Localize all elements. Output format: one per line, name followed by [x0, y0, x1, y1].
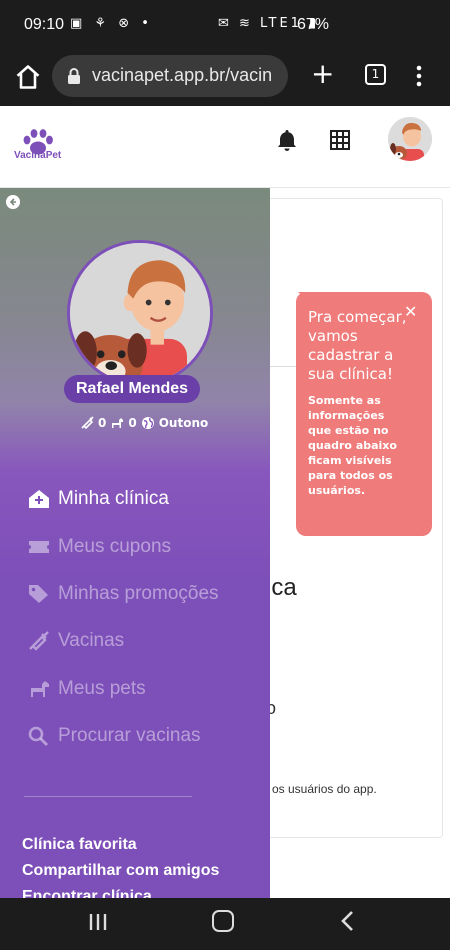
profile-stats: 0 0 Outono: [80, 416, 208, 430]
recents-icon[interactable]: [88, 912, 108, 932]
tooltip-heading: Pra começar, vamos cadastrar a sua clíni…: [308, 308, 407, 383]
onboarding-tooltip: Pra começar, vamos cadastrar a sua clíni…: [296, 292, 432, 536]
tab-switcher-button[interactable]: 1: [365, 64, 386, 85]
link-clinica-favorita[interactable]: Clínica favorita: [22, 836, 137, 854]
home-nav-button[interactable]: [212, 910, 234, 932]
syringe-icon: [29, 631, 49, 651]
more-options-icon[interactable]: [414, 64, 424, 88]
lock-icon: [68, 68, 80, 84]
menu-label: Minha clínica: [58, 488, 169, 509]
drawer-divider: [24, 796, 192, 797]
notification-icons: ▣ ⚘ ⊗ •: [70, 16, 153, 31]
home-icon[interactable]: [14, 62, 42, 92]
status-time: 09:10: [24, 16, 65, 33]
menu-item-procurar-vacinas[interactable]: Procurar vacinas: [28, 720, 268, 752]
profile-photo[interactable]: [67, 240, 213, 386]
menu-label: Vacinas: [58, 630, 125, 651]
menu-item-meus-cupons[interactable]: Meus cupons: [28, 531, 268, 563]
menu-item-vacinas[interactable]: Vacinas: [28, 625, 268, 657]
new-tab-icon[interactable]: +: [311, 60, 334, 88]
dog-icon: [29, 681, 49, 697]
tooltip-body: Somente as informações que estão no quad…: [308, 394, 397, 497]
description-fragment: os usuários do app.: [272, 782, 377, 796]
pet-count: 0: [128, 416, 137, 430]
user-avatar[interactable]: [388, 117, 432, 161]
vaccine-count: 0: [98, 416, 107, 430]
profile-name: Rafael Mendes: [64, 375, 201, 403]
paw-logo-icon[interactable]: [14, 124, 64, 174]
menu-label: Meus pets: [58, 678, 146, 699]
status-bar: 09:10 ▣ ⚘ ⊗ • ✉ ≋ LTE1 ▮ 67%: [0, 0, 450, 52]
url-text: vacinapet.app.br/vacin: [92, 65, 273, 85]
menu-item-minhas-promocoes[interactable]: Minhas promoções: [28, 578, 268, 610]
address-bar[interactable]: vacinapet.app.br/vacin: [52, 55, 288, 97]
menu-label: Procurar vacinas: [58, 725, 201, 746]
battery-level: 67%: [297, 16, 330, 33]
bell-icon[interactable]: [276, 128, 298, 152]
search-icon: [28, 726, 48, 746]
logo-text: VacinaPet: [14, 150, 62, 161]
section-title-fragment: ica: [266, 574, 297, 601]
clinic-icon: [29, 490, 49, 508]
app-header: VacinaPet: [0, 106, 450, 188]
menu-item-meus-pets[interactable]: Meus pets: [28, 673, 268, 705]
link-encontrar-clinica[interactable]: Encontrar clínica: [22, 888, 152, 898]
arrow-left-icon[interactable]: [6, 195, 20, 209]
close-icon[interactable]: ✕: [404, 304, 420, 320]
link-compartilhar[interactable]: Compartilhar com amigos: [22, 862, 219, 880]
system-nav-bar: [0, 898, 450, 950]
tag-icon: [29, 585, 48, 603]
navigation-drawer: Rafael Mendes 0 0 Outono Minha clínica M…: [0, 188, 270, 898]
menu-item-minha-clinica[interactable]: Minha clínica: [28, 483, 268, 515]
grid-icon[interactable]: [330, 130, 350, 150]
syringe-icon: [81, 416, 94, 430]
menu-label: Meus cupons: [58, 536, 172, 557]
globe-icon: [141, 417, 154, 429]
dog-icon: [111, 418, 124, 428]
season-label: Outono: [158, 416, 209, 430]
browser-toolbar: vacinapet.app.br/vacin + 1: [0, 52, 450, 106]
back-icon[interactable]: [340, 910, 356, 932]
menu-label: Minhas promoções: [58, 583, 219, 604]
coupon-icon: [29, 541, 49, 553]
